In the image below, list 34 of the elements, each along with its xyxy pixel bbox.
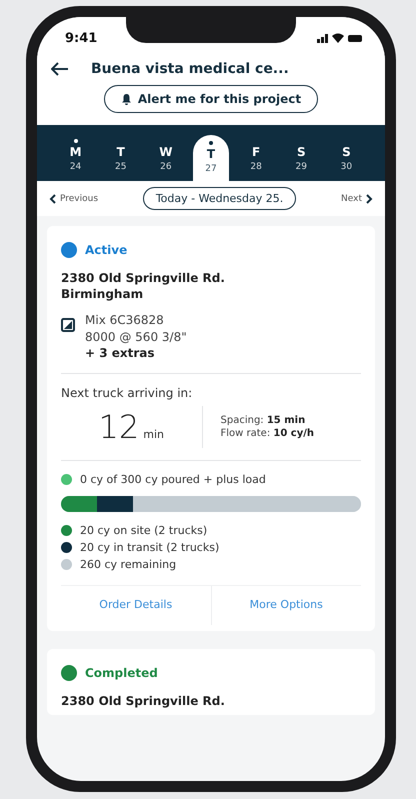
chevron-left-icon bbox=[49, 194, 56, 204]
legend-text: 260 cy remaining bbox=[80, 558, 176, 571]
next-link[interactable]: Next bbox=[341, 194, 373, 204]
next-truck-label: Next truck arriving in: bbox=[61, 386, 194, 400]
flow-rate-text: Flow rate: 10 cy/h bbox=[220, 428, 315, 439]
day-tab[interactable]: T 25 bbox=[102, 131, 139, 181]
day-tab[interactable]: F 28 bbox=[238, 131, 274, 181]
status-time: 9:41 bbox=[65, 30, 98, 46]
legend-text: 20 cy on site (2 trucks) bbox=[80, 524, 208, 537]
project-title: Buena vista medical ce... bbox=[91, 61, 289, 77]
day-tab[interactable]: T 27 bbox=[192, 135, 229, 181]
mix-icon bbox=[61, 318, 75, 332]
bell-icon bbox=[120, 93, 132, 105]
poured-text: 0 cy of 300 cy poured + plus load bbox=[80, 472, 266, 486]
chevron-right-icon bbox=[366, 194, 373, 204]
mix-details: Mix 6C36828 8000 @ 560 3/8" + 3 extras bbox=[85, 312, 187, 361]
address-text: 2380 Old Springville Rd. Birmingham bbox=[61, 270, 226, 302]
back-arrow-icon[interactable] bbox=[51, 62, 69, 76]
eta-unit: min bbox=[143, 428, 164, 441]
day-tab[interactable]: S 30 bbox=[328, 131, 364, 181]
spacing-text: Spacing: 15 min bbox=[220, 414, 306, 426]
day-tab[interactable]: W 26 bbox=[148, 131, 184, 181]
current-date-button[interactable]: Today - Wednesday 25. bbox=[142, 187, 296, 210]
order-card[interactable]: Completed 2380 Old Springville Rd. bbox=[47, 648, 375, 716]
status-label: Completed bbox=[85, 666, 158, 680]
address-text: 2380 Old Springville Rd. bbox=[61, 692, 226, 710]
eta-value: 12 bbox=[98, 408, 140, 446]
day-tab[interactable]: S 29 bbox=[283, 131, 320, 181]
status-icons bbox=[317, 32, 363, 44]
alert-button[interactable]: Alert me for this project bbox=[104, 85, 318, 113]
day-tab[interactable]: M 24 bbox=[58, 131, 94, 181]
status-label: Active bbox=[85, 243, 128, 257]
legend-text: 20 cy in transit (2 trucks) bbox=[80, 540, 220, 554]
previous-link[interactable]: Previous bbox=[49, 194, 98, 204]
